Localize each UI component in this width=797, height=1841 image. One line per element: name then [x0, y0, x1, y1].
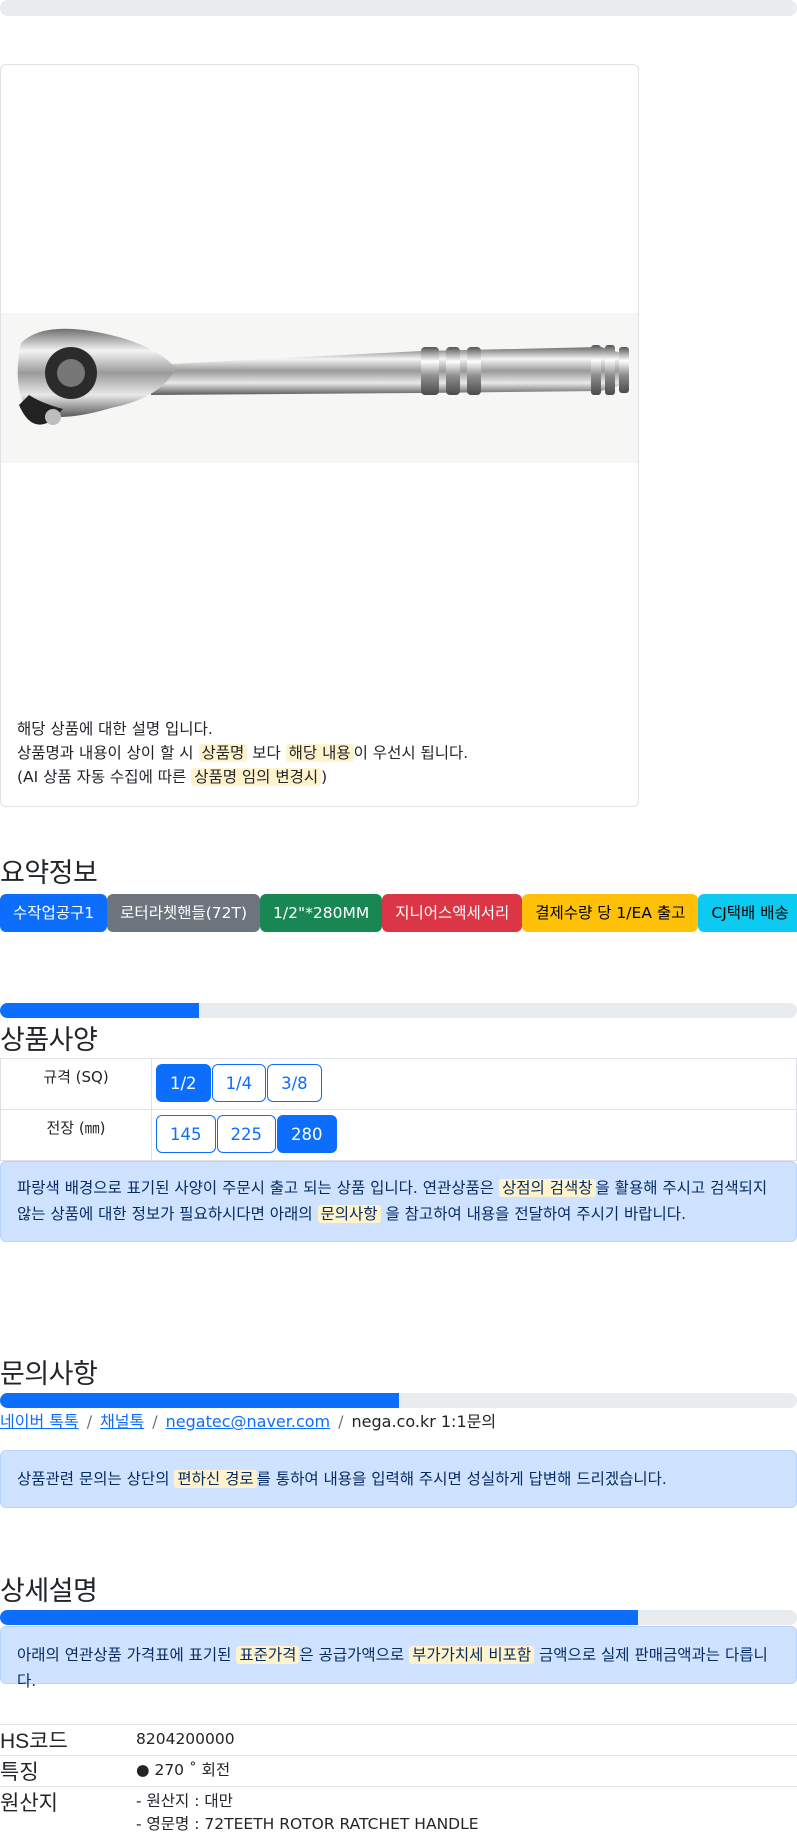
detail-table: HS코드 8204200000 특징 ● 270 ˚ 회전 원산지 - 원산지 : 대만 -…	[0, 1724, 797, 1837]
website-inquiry-text: nega.co.kr 1:1문의	[351, 1412, 497, 1431]
desc-line-3: (AI 상품 자동 수집에 따른 상품명 임의 변경시)	[17, 765, 468, 789]
spec-option-button[interactable]: 1/2	[156, 1064, 211, 1102]
product-card: 해당 상품에 대한 설명 입니다. 상품명과 내용이 상이 할 시 상품명 보다…	[0, 64, 639, 807]
product-description: 해당 상품에 대한 설명 입니다. 상품명과 내용이 상이 할 시 상품명 보다…	[17, 717, 468, 789]
top-progress-bar	[0, 0, 797, 16]
desc-text: 보다	[247, 744, 286, 762]
notice-text: 을 참고하여 내용을 전달하여 주시기 바랍니다.	[380, 1205, 686, 1223]
highlight-inquiry: 문의사항	[317, 1205, 381, 1223]
desc-line-1: 해당 상품에 대한 설명 입니다.	[17, 720, 213, 738]
spec-table: 규격 (SQ) 1/2 1/4 3/8 전장 (㎜) 145 225 280	[0, 1058, 797, 1161]
summary-chip: 로터라쳇핸들(72T)	[107, 894, 261, 932]
highlight-content: 해당 내용	[285, 744, 354, 762]
detail-value: ● 270 ˚ 회전	[136, 1755, 797, 1787]
spec-option-button[interactable]: 3/8	[267, 1064, 322, 1102]
email-link[interactable]: negatec@naver.com	[166, 1412, 330, 1431]
spec-option-button[interactable]: 145	[156, 1115, 216, 1153]
detail-key: HS코드	[0, 1724, 136, 1756]
naver-talk-link[interactable]: 네이버 톡톡	[0, 1412, 79, 1431]
desc-text: (AI 상품 자동 수집에 따른	[17, 768, 192, 786]
separator: /	[338, 1412, 344, 1431]
detail-value-line: - 영문명 : 72TEETH ROTOR RATCHET HANDLE	[136, 1815, 479, 1833]
separator: /	[86, 1412, 93, 1431]
highlight-product-name: 상품명	[198, 744, 248, 762]
highlight-search: 상점의 검색창	[499, 1179, 596, 1197]
spec-row: 전장 (㎜) 145 225 280	[0, 1109, 797, 1161]
detail-progress-bar	[0, 1610, 797, 1625]
spec-options: 1/2 1/4 3/8	[151, 1058, 797, 1110]
inquiry-progress-fill	[0, 1393, 399, 1408]
summary-chip: CJ택배 배송	[698, 894, 797, 932]
detail-heading: 상세설명	[0, 1576, 98, 1606]
detail-value-line: 8204200000	[136, 1730, 235, 1748]
detail-row: 특징 ● 270 ˚ 회전	[0, 1755, 797, 1787]
detail-key: 원산지	[0, 1786, 136, 1837]
ratchet-handle-image	[17, 328, 629, 425]
detail-progress-fill	[0, 1610, 638, 1625]
spec-progress-fill	[0, 1003, 200, 1018]
spec-label: 전장 (㎜)	[0, 1109, 152, 1161]
spec-notice: 파랑색 배경으로 표기된 사양이 주문시 출고 되는 상품 입니다. 연관상품은…	[0, 1161, 797, 1242]
notice-text: 파랑색 배경으로 표기된 사양이 주문시 출고 되는 상품 입니다. 연관상품은	[17, 1179, 499, 1197]
channel-talk-link[interactable]: 채널톡	[100, 1412, 144, 1431]
highlight-vat: 부가가치세 비포함	[409, 1646, 535, 1664]
spec-option-button[interactable]: 1/4	[211, 1064, 267, 1102]
summary-chip: 지니어스액세서리	[382, 894, 523, 932]
summary-chip: 1/2"*280MM	[260, 894, 383, 932]
desc-line-2: 상품명과 내용이 상이 할 시 상품명 보다 해당 내용 이 우선시 됩니다.	[17, 741, 468, 765]
summary-heading: 요약정보	[0, 858, 98, 888]
notice-text: 은 공급가액으로	[299, 1646, 410, 1664]
detail-row: 원산지 - 원산지 : 대만 - 영문명 : 72TEETH ROTOR RATCH…	[0, 1786, 797, 1837]
desc-text: 상품명과 내용이 상이 할 시	[17, 744, 199, 762]
notice-text: 아래의 연관상품 가격표에 표기된	[17, 1646, 237, 1664]
detail-value: - 원산지 : 대만 - 영문명 : 72TEETH ROTOR RATCHET …	[136, 1786, 797, 1837]
summary-chip: 수작업공구1	[0, 894, 108, 932]
spec-options: 145 225 280	[151, 1109, 797, 1161]
detail-notice: 아래의 연관상품 가격표에 표기된 표준가격 은 공급가액으로 부가가치세 비포함…	[0, 1626, 797, 1690]
summary-chip: 결제수량 당 1/EA 출고	[522, 894, 699, 932]
notice-text: 를 통하여 내용을 입력해 주시면 성실하게 답변해 드리겠습니다.	[256, 1470, 667, 1488]
spec-option-button[interactable]: 225	[216, 1115, 276, 1153]
inquiry-links: 네이버 톡톡 / 채널톡 / negatec@naver.com / nega.co.kr …	[0, 1408, 496, 1432]
highlight-standard-price: 표준가격	[236, 1646, 300, 1664]
spec-row: 규격 (SQ) 1/2 1/4 3/8	[0, 1058, 797, 1110]
inquiry-progress-bar	[0, 1393, 797, 1408]
spec-option-button[interactable]: 280	[277, 1115, 337, 1153]
highlight-route: 편하신 경로	[174, 1470, 257, 1488]
notice-text: 상품관련 문의는 상단의	[17, 1470, 175, 1488]
separator: /	[152, 1412, 158, 1431]
detail-value: 8204200000	[136, 1724, 797, 1756]
detail-value-line: - 원산지 : 대만	[136, 1792, 233, 1810]
spec-heading: 상품사양	[0, 1025, 98, 1055]
desc-text: 이 우선시 됩니다.	[353, 744, 469, 762]
product-image	[1, 313, 638, 463]
desc-text: )	[321, 768, 328, 786]
inquiry-notice: 상품관련 문의는 상단의 편하신 경로 를 통하여 내용을 입력해 주시면 성실하…	[0, 1450, 797, 1508]
summary-chips: 수작업공구1 로터라쳇핸들(72T) 1/2"*280MM 지니어스액세서리 결제수량 …	[0, 894, 797, 932]
detail-value-line: ● 270 ˚ 회전	[136, 1761, 231, 1779]
detail-key: 특징	[0, 1755, 136, 1787]
inquiry-heading: 문의사항	[0, 1359, 98, 1389]
spec-label: 규격 (SQ)	[0, 1058, 152, 1110]
spec-progress-bar	[0, 1003, 797, 1018]
highlight-rename: 상품명 임의 변경시	[191, 768, 322, 786]
detail-row: HS코드 8204200000	[0, 1724, 797, 1756]
